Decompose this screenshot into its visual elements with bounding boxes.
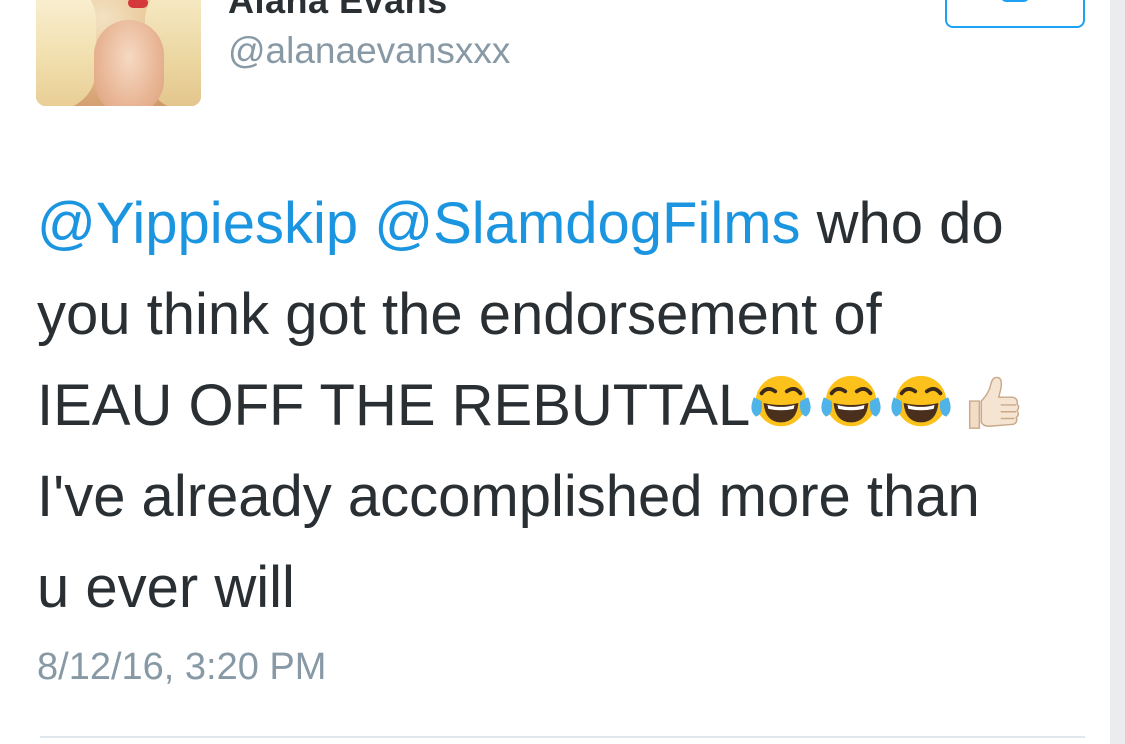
user-handle[interactable]: @alanaevansxxx	[228, 30, 510, 72]
tweet-line-text: IEAU OFF THE REBUTTAL	[37, 373, 751, 438]
avatar[interactable]	[36, 0, 201, 106]
avatar-hair-left	[36, 0, 96, 106]
scrollbar-track	[1110, 0, 1125, 744]
follow-button[interactable]	[945, 0, 1085, 28]
tweet-line-4: I've already accomplished more than	[37, 464, 980, 529]
tweet-timestamp[interactable]: 8/12/16, 3:20 PM	[37, 646, 326, 689]
mention-link[interactable]: @SlamdogFilms	[374, 191, 800, 256]
face-with-tears-of-joy-icon	[891, 375, 951, 427]
tweet-line-1: @Yippieskip @SlamdogFilms who do	[37, 178, 1087, 269]
tweet-card: Alana Evans @alanaevansxxx @Yippieskip @…	[0, 0, 1110, 744]
face-with-tears-of-joy-icon	[821, 375, 881, 427]
add-user-icon	[1002, 0, 1028, 2]
divider	[40, 736, 1085, 738]
tweet-line-text: who do	[800, 191, 1004, 256]
face-with-tears-of-joy-icon	[751, 375, 811, 427]
avatar-lips	[128, 0, 148, 8]
tweet-line-3: IEAU OFF THE REBUTTAL	[37, 360, 1087, 451]
display-name[interactable]: Alana Evans	[228, 0, 448, 22]
thumbs-up-light-skin-icon	[969, 376, 1020, 429]
mention-link[interactable]: @Yippieskip	[37, 191, 358, 256]
tweet-line-5: u ever will	[37, 555, 295, 620]
tweet-line-2: you think got the endorsement of	[37, 282, 882, 347]
avatar-skin	[94, 20, 164, 106]
tweet-text: @Yippieskip @SlamdogFilms who do you thi…	[37, 178, 1087, 633]
